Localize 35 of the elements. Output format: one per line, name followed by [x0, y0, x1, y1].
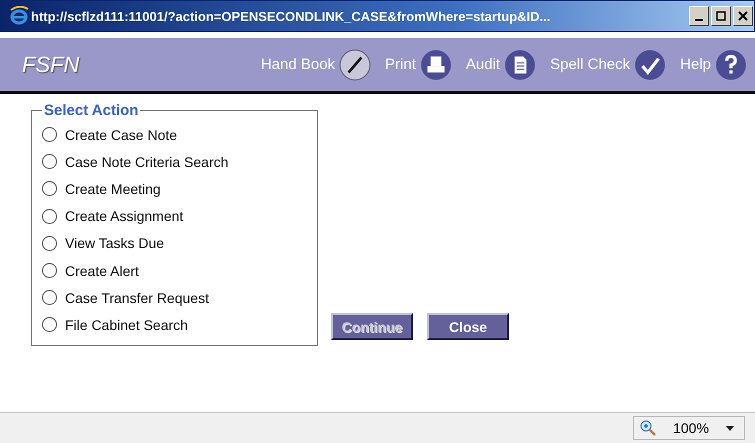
dropdown-caret-icon — [726, 426, 734, 430]
maximize-icon — [716, 11, 726, 21]
radio-button[interactable] — [42, 290, 57, 306]
action-option[interactable]: Create Case Note — [42, 121, 307, 148]
maximize-button[interactable] — [711, 6, 731, 26]
minimize-button[interactable] — [689, 6, 709, 26]
action-option[interactable]: Create Alert — [42, 256, 307, 284]
action-option[interactable]: Case Transfer Request — [42, 284, 307, 312]
radio-button[interactable] — [42, 208, 57, 224]
printer-icon — [420, 48, 452, 80]
help-icon — [715, 48, 747, 80]
radio-button[interactable] — [42, 263, 57, 278]
radio-button[interactable] — [42, 317, 57, 332]
action-option[interactable]: View Tasks Due — [42, 230, 307, 257]
checkmark-icon — [634, 48, 666, 80]
radio-button[interactable] — [42, 236, 57, 251]
group-legend: Select Action — [42, 102, 140, 119]
zoom-control[interactable]: 100% — [633, 416, 745, 440]
radio-button[interactable] — [42, 154, 57, 170]
action-option[interactable]: Create Assignment — [42, 202, 307, 230]
window-title: http://scflzd111:11001/?action=OPENSECONDLINK_CASE&fromWhere=startup&ID... — [31, 8, 552, 24]
action-option[interactable]: Case Note Criteria Search — [42, 148, 307, 176]
magnifier-icon — [640, 420, 656, 436]
close-icon — [738, 11, 748, 21]
radio-button[interactable] — [42, 181, 57, 196]
radio-button[interactable] — [42, 127, 57, 142]
action-option[interactable]: File Cabinet Search — [42, 311, 307, 338]
document-icon — [504, 48, 536, 80]
close-button[interactable] — [733, 6, 753, 26]
action-button[interactable]: Close — [427, 313, 509, 340]
browser-logo-icon — [9, 6, 29, 26]
minimize-icon — [695, 19, 703, 21]
app-brand: FSFN — [22, 52, 80, 78]
action-option[interactable]: Create Meeting — [42, 175, 307, 203]
pen-icon — [339, 48, 372, 80]
